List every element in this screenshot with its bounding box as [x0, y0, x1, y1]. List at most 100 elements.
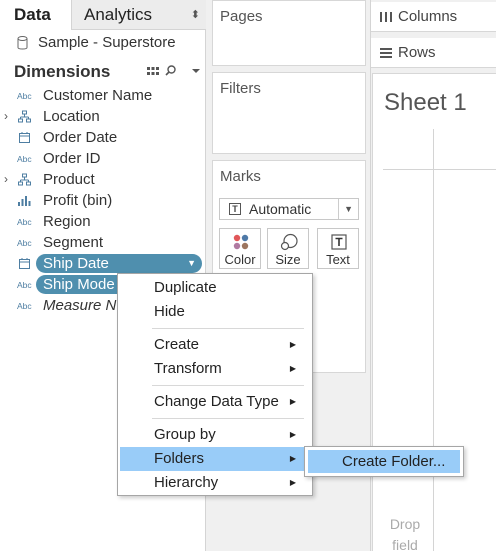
menu-item-change-data-type[interactable]: Change Data Type ▶ [120, 390, 310, 414]
abc-string-icon: Abc [17, 236, 33, 249]
columns-label: Columns [398, 8, 458, 25]
mark-type-dropdown[interactable]: T Automatic ▼ [219, 198, 359, 220]
color-button-label: Color [224, 252, 256, 267]
rows-label: Rows [398, 44, 436, 61]
dimension-field[interactable]: Abc Segment [0, 232, 206, 253]
menu-item-hide[interactable]: Hide [120, 300, 310, 324]
dimension-field-label: Segment [43, 234, 104, 251]
abc-string-icon: Abc [17, 215, 33, 228]
abc-string-icon: Abc [17, 299, 33, 312]
menu-item-label: Change Data Type [154, 393, 279, 410]
dimension-field-label: Product [43, 171, 95, 188]
folders-submenu: Create Folder... [304, 446, 464, 477]
dimension-field-label: Ship Date [43, 255, 109, 272]
text-t-icon [331, 234, 347, 250]
dimension-field[interactable]: › Product [0, 169, 206, 190]
database-icon [17, 36, 28, 50]
columns-shelf[interactable]: Columns [371, 2, 496, 32]
svg-text:Abc: Abc [17, 280, 32, 290]
submenu-arrow-icon: ▶ [289, 340, 296, 349]
menu-separator [152, 418, 304, 419]
submenu-arrow-icon: ▶ [289, 364, 296, 373]
search-icon[interactable] [164, 64, 178, 78]
columns-icon [380, 12, 392, 22]
text-button[interactable]: Text [317, 228, 359, 269]
marks-title: Marks [220, 168, 261, 185]
abc-string-icon: Abc [17, 89, 33, 102]
text-mark-icon: T [229, 203, 241, 215]
mark-type-label: Automatic [249, 201, 312, 217]
svg-text:Abc: Abc [17, 91, 32, 101]
menu-item-label: Folders [154, 450, 205, 467]
sheet-divider-vertical [433, 129, 434, 551]
menu-item-create[interactable]: Create ▶ [120, 333, 310, 357]
dimension-field[interactable]: Profit (bin) [0, 190, 206, 211]
svg-text:Abc: Abc [17, 154, 32, 164]
dimension-field-label: Ship Mode [43, 276, 115, 293]
dimension-field[interactable]: › Location [0, 106, 206, 127]
menu-item-duplicate[interactable]: Duplicate [120, 276, 310, 300]
menu-separator [152, 328, 304, 329]
svg-text:Abc: Abc [17, 217, 32, 227]
grid-view-icon[interactable] [146, 64, 160, 78]
pages-shelf[interactable]: Pages [212, 0, 366, 66]
menu-item-label: Duplicate [154, 279, 217, 296]
filters-shelf[interactable]: Filters [212, 72, 366, 154]
chevron-right-icon[interactable]: › [4, 106, 8, 127]
filters-title: Filters [220, 80, 261, 97]
hierarchy-icon [17, 173, 33, 186]
menu-item-hierarchy[interactable]: Hierarchy ▶ [120, 471, 310, 495]
submenu-arrow-icon: ▶ [289, 478, 296, 487]
dimensions-title: Dimensions [14, 62, 111, 81]
submenu-arrow-icon: ▶ [289, 430, 296, 439]
menu-item-label: Hide [154, 303, 185, 320]
create-folder-label: Create Folder... [342, 453, 446, 470]
abc-string-icon: Abc [17, 152, 33, 165]
data-source-item[interactable]: Sample - Superstore [0, 30, 206, 56]
dimension-field-label: Order ID [43, 150, 101, 167]
menu-separator [152, 385, 304, 386]
size-button[interactable]: Size [267, 228, 309, 269]
menu-item-transform[interactable]: Transform ▶ [120, 357, 310, 381]
submenu-arrow-icon: ▶ [289, 397, 296, 406]
updown-chevron-icon[interactable]: ⬍ [191, 0, 200, 30]
menu-item-group-by[interactable]: Group by ▶ [120, 423, 310, 447]
calendar-icon [17, 257, 33, 270]
svg-text:Abc: Abc [17, 238, 32, 248]
pages-title: Pages [220, 8, 263, 25]
dimension-field[interactable]: Abc Order ID [0, 148, 206, 169]
pill-dropdown-icon[interactable]: ▼ [187, 254, 196, 273]
create-folder-item[interactable]: Create Folder... [308, 450, 460, 473]
calendar-icon [17, 131, 33, 144]
dropdown-arrow-icon[interactable] [189, 64, 203, 78]
tab-analytics-label: Analytics [84, 5, 153, 24]
size-button-label: Size [275, 252, 301, 267]
menu-item-folders[interactable]: Folders ▶ [120, 447, 310, 471]
pane-tabs: Data Analytics ⬍ [0, 0, 206, 30]
svg-text:Abc: Abc [17, 301, 32, 311]
menu-item-label: Hierarchy [154, 474, 219, 491]
menu-item-label: Transform [154, 360, 222, 377]
chevron-right-icon[interactable]: › [4, 169, 8, 190]
sheet-divider-horizontal [383, 169, 496, 170]
dimension-field[interactable]: ▼ Ship Date [0, 253, 206, 274]
hierarchy-icon [17, 110, 33, 123]
dimension-field[interactable]: Abc Customer Name [0, 85, 206, 106]
sheet-title[interactable]: Sheet 1 [384, 89, 467, 117]
menu-item-label: Create [154, 336, 200, 353]
size-circles-icon [280, 233, 298, 251]
color-button[interactable]: Color [219, 228, 261, 269]
dimension-field-label: Order Date [43, 129, 118, 146]
dimensions-header: Dimensions [0, 60, 206, 84]
dimension-field-label: Location [43, 108, 100, 125]
rows-icon [380, 48, 392, 58]
dimension-field-label: Region [43, 213, 91, 230]
rows-shelf[interactable]: Rows [371, 38, 496, 68]
tab-data[interactable]: Data [0, 0, 72, 30]
text-button-label: Text [326, 252, 350, 267]
dimension-field[interactable]: Order Date [0, 127, 206, 148]
sheet-canvas[interactable]: Sheet 1 Drop field [372, 73, 496, 551]
tab-analytics[interactable]: Analytics ⬍ [72, 0, 206, 30]
chevron-down-icon: ▼ [338, 199, 353, 219]
dimension-field[interactable]: Abc Region [0, 211, 206, 232]
